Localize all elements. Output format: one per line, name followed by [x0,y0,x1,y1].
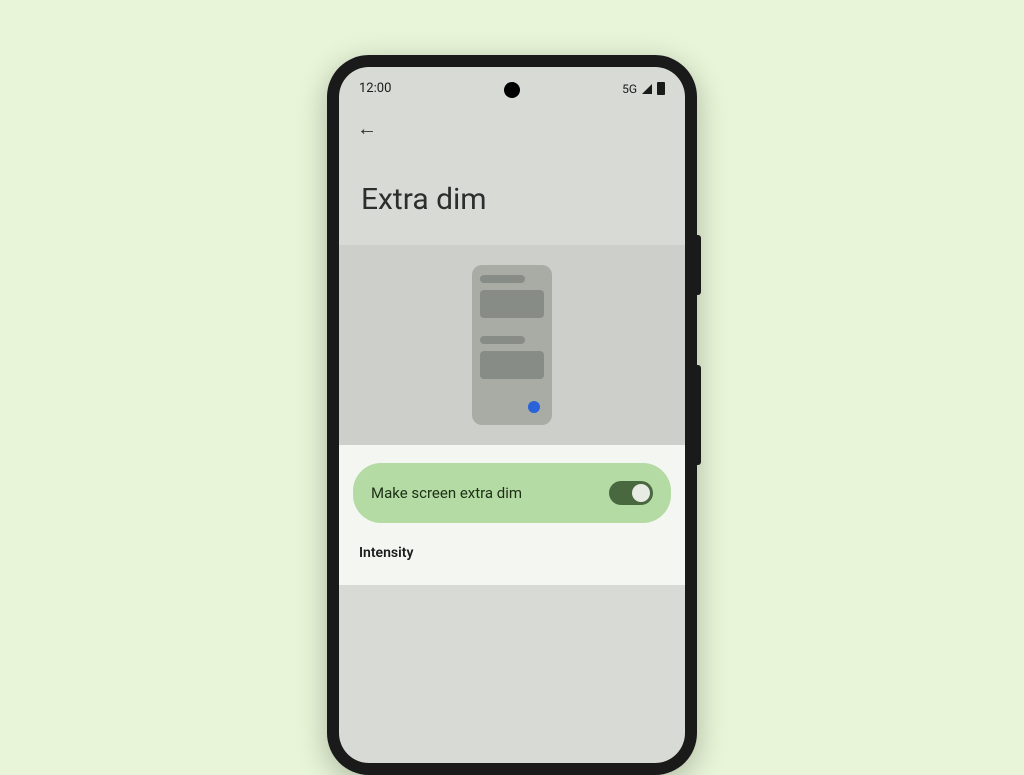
battery-icon [657,82,665,95]
camera-notch [504,82,520,98]
illustration-block [480,290,544,318]
signal-icon [642,84,652,94]
settings-content: Make screen extra dim Intensity [339,445,685,585]
status-indicators: 5G [622,82,665,96]
intensity-label: Intensity [353,523,671,567]
phone-illustration [472,265,552,425]
illustration-block [480,336,525,344]
extra-dim-toggle-row[interactable]: Make screen extra dim [353,463,671,523]
illustration-block [480,351,544,379]
page-title: Extra dim [339,147,685,245]
toggle-label: Make screen extra dim [371,484,522,502]
phone-screen: 12:00 5G ← Extra dim Make [339,67,685,763]
power-button [697,235,701,295]
network-label: 5G [622,82,637,96]
back-button-container: ← [339,104,685,147]
phone-frame: 12:00 5G ← Extra dim Make [327,55,697,775]
volume-button [697,365,701,465]
toggle-switch[interactable] [609,481,653,505]
illustration-section [339,245,685,445]
status-time: 12:00 [359,81,391,96]
illustration-dot-icon [528,401,540,413]
illustration-block [480,275,525,283]
toggle-knob-icon [632,484,650,502]
back-arrow-icon[interactable]: ← [357,116,377,140]
